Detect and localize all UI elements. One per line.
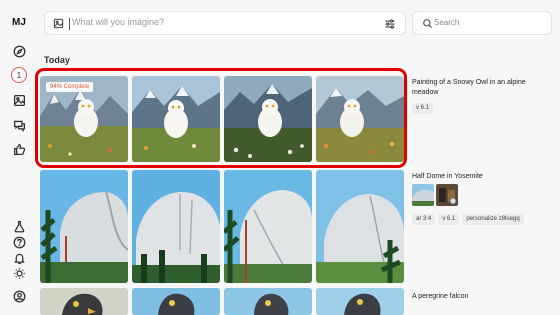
- image-tile[interactable]: [316, 288, 404, 315]
- image-tile[interactable]: [40, 288, 128, 315]
- param-chip[interactable]: ar 3:4: [412, 214, 436, 225]
- image-row-half-dome: [40, 170, 404, 283]
- notification-badge[interactable]: 1: [11, 67, 27, 83]
- job-info-falcon: A peregrine falcon: [412, 292, 552, 302]
- sun-icon[interactable]: [13, 267, 26, 280]
- help-icon[interactable]: [13, 236, 26, 249]
- param-chip[interactable]: v 6.1: [412, 103, 434, 114]
- image-tile[interactable]: [132, 170, 220, 283]
- job-prompt[interactable]: Painting of a Snowy Owl in an alpine mea…: [412, 78, 552, 98]
- job-prompt[interactable]: A peregrine falcon: [412, 292, 552, 302]
- job-info-owl: Painting of a Snowy Owl in an alpine mea…: [412, 78, 552, 114]
- sidebar: MJ 1: [0, 0, 38, 315]
- thumbs-up-icon[interactable]: [13, 143, 26, 156]
- param-chip[interactable]: personalize z8luegq: [462, 214, 524, 225]
- job-params-half-dome: ar 3:4 v 6.1 personalize z8luegq: [412, 214, 552, 225]
- text-cursor: [69, 18, 70, 30]
- image-tile[interactable]: [224, 288, 312, 315]
- image-tile[interactable]: [224, 170, 312, 283]
- profile-icon[interactable]: [13, 290, 26, 303]
- reference-thumbnails: [412, 184, 458, 206]
- section-title: Today: [44, 55, 70, 65]
- compass-icon[interactable]: [13, 45, 26, 58]
- search-input[interactable]: Search: [434, 18, 459, 27]
- param-chip[interactable]: v 6.1: [438, 214, 460, 225]
- add-image-icon[interactable]: [53, 18, 64, 29]
- reference-thumbnail[interactable]: [412, 184, 434, 206]
- prompt-input[interactable]: What will you imagine?: [72, 17, 164, 27]
- bell-icon[interactable]: [13, 252, 26, 265]
- image-tile[interactable]: [132, 288, 220, 315]
- search-icon: [423, 19, 433, 29]
- settings-sliders-icon[interactable]: [384, 18, 396, 30]
- image-row-falcon: [40, 288, 404, 315]
- selected-job-highlight: [35, 68, 407, 168]
- chat-icon[interactable]: [13, 119, 26, 132]
- image-tile[interactable]: [316, 170, 404, 283]
- prompt-bar[interactable]: What will you imagine?: [44, 11, 406, 35]
- search-box[interactable]: Search: [412, 11, 552, 35]
- image-icon[interactable]: [13, 94, 26, 107]
- lab-flask-icon[interactable]: [13, 220, 26, 233]
- image-tile[interactable]: [40, 170, 128, 283]
- job-prompt[interactable]: Half Dome in Yosemite: [412, 172, 552, 182]
- job-info-half-dome: Half Dome in Yosemite: [412, 172, 552, 182]
- app-logo[interactable]: MJ: [12, 17, 26, 28]
- reference-thumbnail[interactable]: [436, 184, 458, 206]
